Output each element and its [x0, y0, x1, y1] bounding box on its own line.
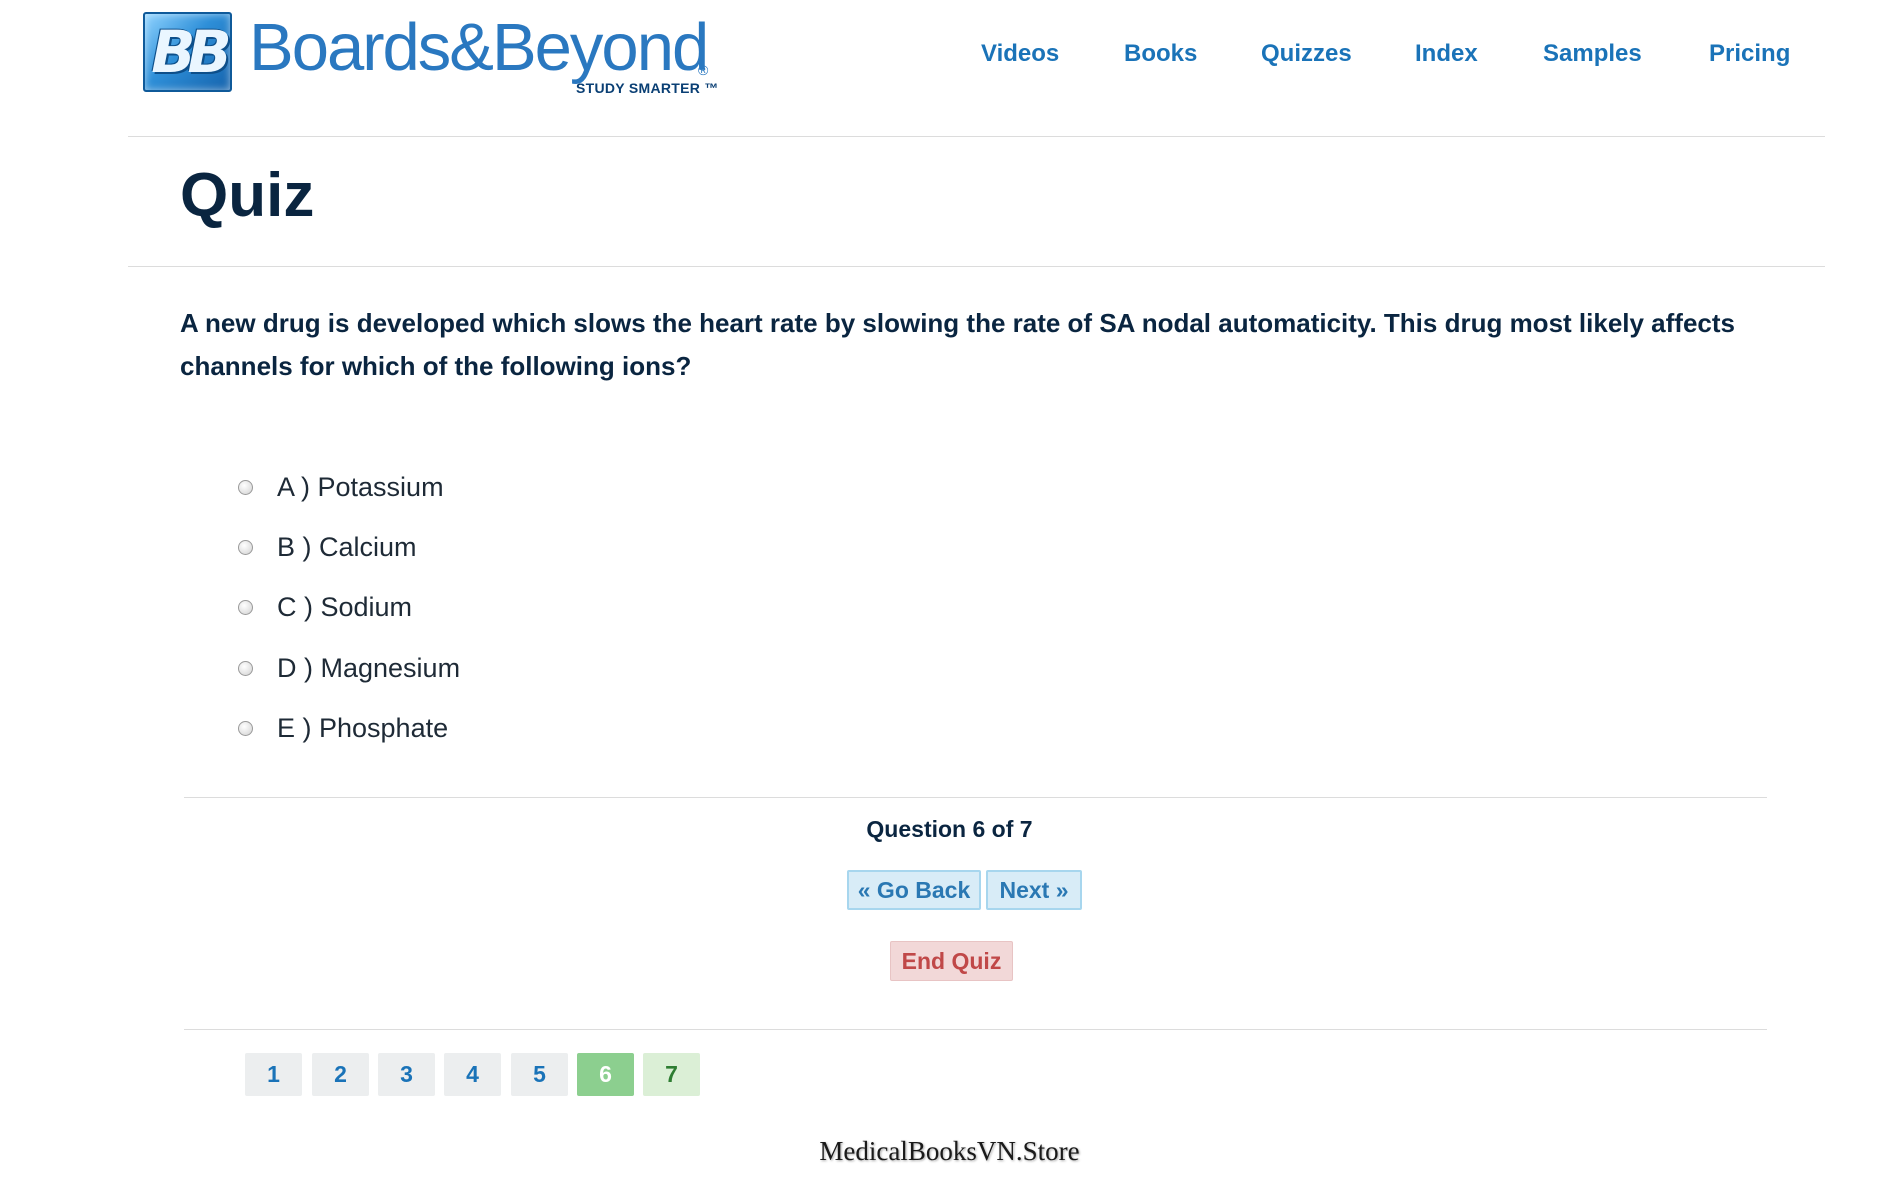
- answer-option-b[interactable]: B ) Calcium: [238, 527, 417, 567]
- watermark-text: MedicalBooksVN.Store: [819, 1136, 1080, 1166]
- answer-option-e[interactable]: E ) Phosphate: [238, 708, 448, 748]
- nav-books[interactable]: Books: [1124, 40, 1197, 68]
- radio-button[interactable]: [238, 599, 253, 615]
- page-button-5[interactable]: 5: [511, 1053, 568, 1096]
- answer-option-c[interactable]: C ) Sodium: [238, 587, 412, 627]
- answer-option-label: D ) Magnesium: [277, 652, 461, 683]
- radio-button[interactable]: [238, 479, 253, 495]
- header-divider: [128, 136, 1825, 137]
- question-text: A new drug is developed which slows the …: [180, 308, 1735, 381]
- options-divider: [184, 797, 1767, 798]
- logo-tagline: STUDY SMARTER ™: [576, 80, 719, 96]
- page-button-7[interactable]: 7: [643, 1053, 700, 1096]
- nav-pricing[interactable]: Pricing: [1709, 40, 1790, 68]
- title-divider: [128, 266, 1825, 267]
- page-button-2[interactable]: 2: [312, 1053, 369, 1096]
- answer-option-label: E ) Phosphate: [277, 712, 449, 743]
- answer-option-label: A ) Potassium: [277, 471, 444, 502]
- radio-button[interactable]: [238, 539, 253, 555]
- page-button-4[interactable]: 4: [444, 1053, 501, 1096]
- quiz-page: BB Boards&Beyond ® STUDY SMARTER ™ Video…: [0, 0, 1899, 1188]
- answer-option-d[interactable]: D ) Magnesium: [238, 648, 460, 688]
- nav-quizzes[interactable]: Quizzes: [1261, 40, 1352, 68]
- page-button-6-current[interactable]: 6: [577, 1053, 634, 1096]
- radio-button[interactable]: [238, 660, 253, 676]
- nav-videos[interactable]: Videos: [981, 40, 1059, 68]
- go-back-button[interactable]: « Go Back: [847, 870, 981, 910]
- next-button[interactable]: Next »: [986, 870, 1082, 910]
- radio-button[interactable]: [238, 720, 253, 736]
- site-header: BB Boards&Beyond ® STUDY SMARTER ™ Video…: [0, 0, 1899, 133]
- answer-option-label: C ) Sodium: [277, 591, 413, 622]
- page-button-3[interactable]: 3: [378, 1053, 435, 1096]
- nav-samples[interactable]: Samples: [1543, 40, 1642, 68]
- question-progress: Question 6 of 7: [866, 816, 1033, 842]
- controls-divider: [184, 1029, 1767, 1030]
- answer-option-a[interactable]: A ) Potassium: [238, 467, 444, 507]
- answer-option-label: B ) Calcium: [277, 531, 417, 562]
- page-button-1[interactable]: 1: [245, 1053, 302, 1096]
- end-quiz-button[interactable]: End Quiz: [890, 941, 1013, 981]
- page-title: Quiz: [180, 161, 315, 230]
- nav-index[interactable]: Index: [1415, 40, 1478, 68]
- main-nav: Videos Books Quizzes Index Samples Prici…: [0, 40, 1899, 76]
